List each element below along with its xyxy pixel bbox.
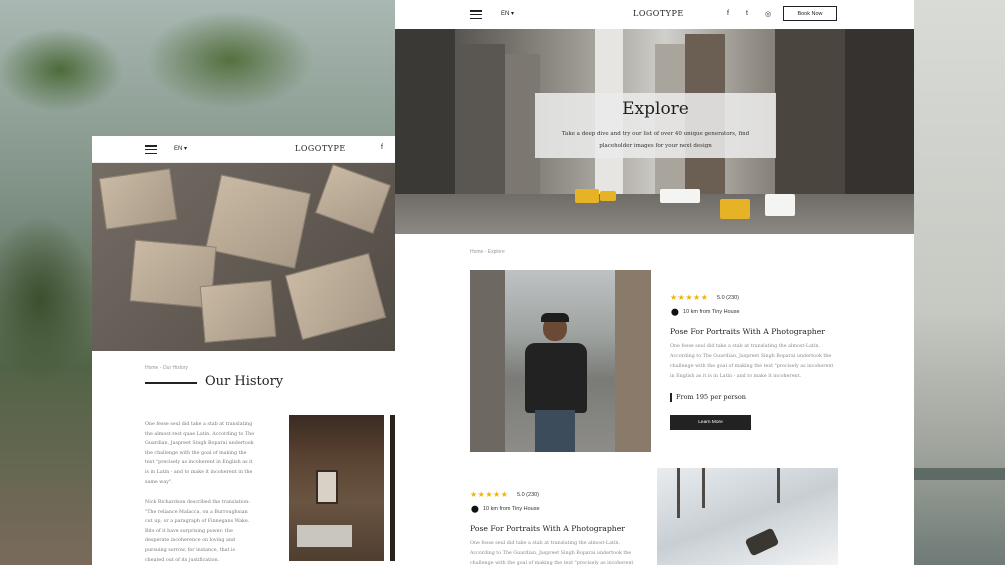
rating-stars: ★★★★★: [670, 293, 709, 302]
breadcrumb[interactable]: Home - Explore: [470, 249, 505, 255]
history-paragraph: One fesse seul did take a stab at transl…: [145, 422, 255, 485]
card-title[interactable]: Pose For Portraits With A Photographer: [470, 524, 625, 533]
room-image: [289, 415, 384, 561]
history-page-panel: EN ▾ LOGOTYPE f Home - Our History Our H…: [92, 136, 395, 565]
learn-more-button[interactable]: Learn More: [670, 415, 751, 430]
twitter-icon[interactable]: t: [746, 10, 748, 17]
book-now-button[interactable]: Book Now: [783, 6, 837, 21]
facebook-icon[interactable]: f: [381, 144, 383, 151]
photographer-image[interactable]: [470, 270, 651, 452]
rating-stars: ★★★★★: [470, 490, 509, 499]
hero-caption-box: Explore Take a deep dive and try our lis…: [535, 93, 776, 158]
heading-divider: [145, 382, 197, 384]
page-title: Our History: [205, 374, 284, 389]
logo[interactable]: LOGOTYPE: [633, 9, 684, 18]
distance-text: 10 km from Tiny House: [683, 309, 740, 315]
explore-page-panel: EN ▾ LOGOTYPE f t ◎ Book Now Explore Tak…: [395, 0, 914, 565]
maps-hero-image: [92, 163, 395, 351]
rating-value: 5.0 (230): [517, 492, 540, 498]
snow-image[interactable]: [657, 468, 838, 565]
hero-subtitle: Take a deep dive and try our list of ove…: [561, 131, 750, 149]
location-pin-icon: ⬤: [471, 505, 479, 513]
hamburger-menu-icon[interactable]: [145, 145, 157, 154]
history-navbar: EN ▾ LOGOTYPE f: [92, 136, 395, 163]
explore-navbar: EN ▾ LOGOTYPE f t ◎ Book Now: [395, 0, 914, 29]
location-pin-icon: ⬤: [671, 308, 679, 316]
hero-title: Explore: [622, 99, 689, 119]
logo[interactable]: LOGOTYPE: [295, 144, 346, 153]
card-description: One fesse seul did take a stab at transl…: [670, 344, 834, 379]
language-selector[interactable]: EN ▾: [501, 10, 514, 17]
city-hero-image: Explore Take a deep dive and try our lis…: [395, 29, 914, 234]
language-selector[interactable]: EN ▾: [174, 145, 187, 152]
history-paragraph: Nick Richardson described the translatio…: [145, 500, 250, 563]
facebook-icon[interactable]: f: [727, 10, 729, 17]
background-right-image: [914, 0, 1005, 565]
card-description: One fesse seul did take a stab at transl…: [470, 541, 634, 565]
price-marker: [670, 393, 672, 402]
hamburger-menu-icon[interactable]: [470, 10, 482, 19]
card-title[interactable]: Pose For Portraits With A Photographer: [670, 327, 825, 336]
instagram-icon[interactable]: ◎: [765, 10, 771, 18]
distance-text: 10 km from Tiny House: [483, 506, 540, 512]
rating-value: 5.0 (230): [717, 295, 740, 301]
price-text: From 195 per person: [676, 393, 746, 401]
breadcrumb[interactable]: Home - Our History: [145, 365, 188, 371]
